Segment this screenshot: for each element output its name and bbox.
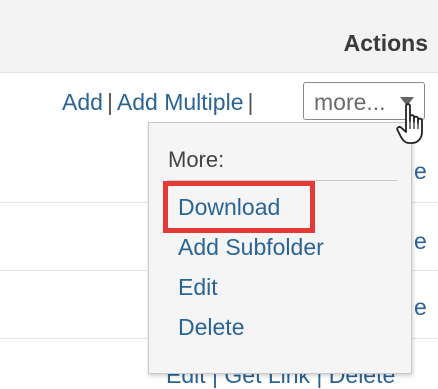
row-actions: Add | Add Multiple |: [62, 89, 257, 119]
dropdown-header: More:: [168, 147, 225, 172]
table-header: Actions: [0, 0, 438, 73]
separator: |: [106, 89, 113, 115]
hand-cursor-icon: [396, 103, 423, 144]
actions-column-header: Actions: [343, 30, 428, 56]
more-select-label: more...: [314, 89, 386, 115]
separator: |: [247, 89, 254, 115]
row-delete-link-partial[interactable]: e: [414, 228, 427, 255]
more-dropdown-menu: More: Download Add Subfolder Edit Delete: [148, 122, 412, 374]
row-delete-link-partial[interactable]: e: [414, 158, 427, 185]
row-delete-link-partial[interactable]: e: [414, 294, 427, 321]
menu-item-delete[interactable]: Delete: [178, 314, 244, 341]
add-link[interactable]: Add: [62, 89, 103, 115]
menu-item-add-subfolder[interactable]: Add Subfolder: [178, 234, 324, 261]
highlight-box: [163, 181, 315, 233]
menu-item-edit[interactable]: Edit: [178, 274, 218, 301]
add-multiple-link[interactable]: Add Multiple: [117, 89, 244, 115]
